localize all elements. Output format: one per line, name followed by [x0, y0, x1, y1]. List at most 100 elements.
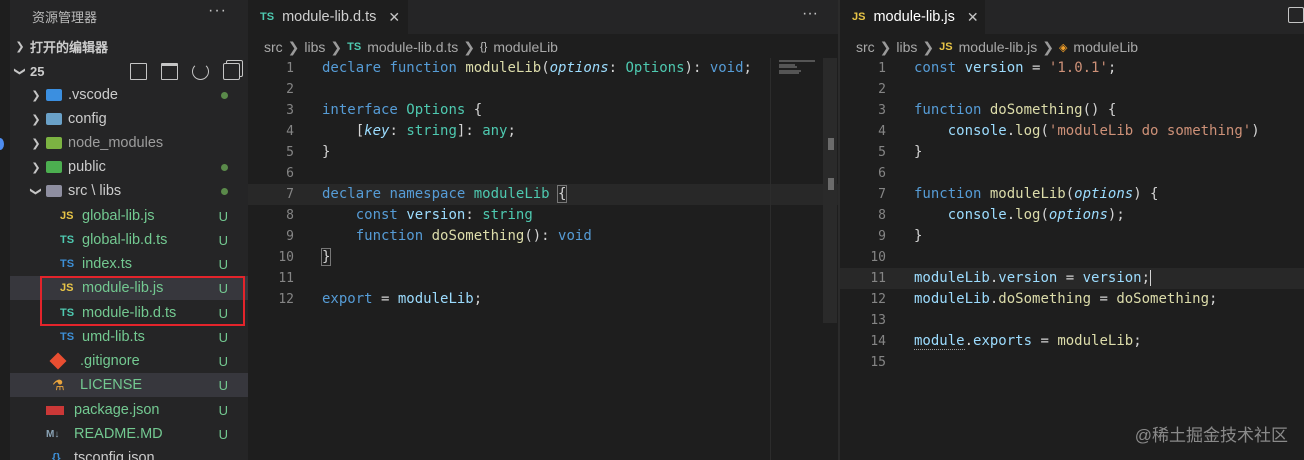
- refresh-icon[interactable]: [192, 62, 209, 80]
- minimap-line: [779, 66, 797, 68]
- minimap[interactable]: [770, 58, 822, 460]
- tree-file[interactable]: JS global-lib.js U: [10, 204, 248, 228]
- chevron-down-icon: ❯: [29, 186, 42, 196]
- line-number: 7: [286, 187, 294, 202]
- code-text: const version = '1.0.1';: [914, 60, 1117, 76]
- breadcrumb-item[interactable]: moduleLib: [1073, 39, 1138, 55]
- minimap-line: [779, 72, 799, 74]
- tree-folder[interactable]: ❯ public: [10, 155, 248, 179]
- tree-item-label: README.MD: [74, 426, 163, 442]
- chevron-right-icon: ❯: [15, 40, 25, 53]
- breadcrumb-item[interactable]: src: [264, 39, 283, 55]
- tree-file[interactable]: TS index.ts U: [10, 252, 248, 276]
- tree-folder[interactable]: ❯ config: [10, 107, 248, 131]
- code-line: 14 module.exports = moduleLib;: [840, 331, 1304, 352]
- open-editors-label: 打开的编辑器: [30, 39, 109, 55]
- ts-file-icon: TS: [60, 331, 75, 343]
- line-number: 9: [286, 229, 294, 244]
- git-status-badge: U: [218, 329, 228, 345]
- line-number: 15: [870, 355, 886, 370]
- code-text: moduleLib.doSomething = doSomething;: [914, 291, 1218, 307]
- line-number: 3: [286, 103, 294, 118]
- license-file-icon: ⚗: [52, 376, 65, 393]
- tree-item-label: node_modules: [68, 135, 164, 151]
- tab-bar: TS module-lib.d.ts ✕ ···: [248, 0, 838, 34]
- editor-more-button[interactable]: ···: [802, 5, 818, 23]
- node-folder-icon: [46, 137, 62, 149]
- line-number: 5: [286, 145, 294, 160]
- tree-file[interactable]: M↓ README.MD U: [10, 422, 248, 446]
- code-line: 9 function doSomething(): void: [248, 226, 838, 247]
- code-text: }: [320, 248, 332, 266]
- tree-file[interactable]: {} tsconfig.json: [10, 446, 248, 460]
- line-number: 6: [878, 166, 886, 181]
- public-folder-icon: [46, 161, 62, 173]
- tree-file[interactable]: TS umd-lib.ts U: [10, 325, 248, 349]
- ts-file-icon: TS: [347, 41, 362, 53]
- ts-file-icon: TS: [60, 258, 75, 270]
- chevron-down-icon: ❯: [13, 66, 26, 76]
- code-line: 11 moduleLib.version = version;: [840, 268, 1304, 289]
- breadcrumb-item[interactable]: libs: [896, 39, 917, 55]
- code-text: const version: string: [355, 207, 533, 223]
- tree-file[interactable]: TS global-lib.d.ts U: [10, 228, 248, 252]
- git-status-badge: U: [218, 377, 228, 393]
- line-number: 4: [878, 124, 886, 139]
- new-folder-icon[interactable]: [161, 62, 178, 80]
- breadcrumb-item[interactable]: libs: [304, 39, 325, 55]
- workspace-section[interactable]: ❯ 25: [10, 59, 248, 83]
- tree-item-label: tsconfig.json: [74, 450, 155, 460]
- ts-file-icon: TS: [260, 11, 275, 23]
- function-symbol-icon: ◈: [1058, 41, 1068, 54]
- code-line: 6: [248, 163, 838, 184]
- split-editor-icon[interactable]: [1288, 7, 1304, 23]
- code-line: 5}: [248, 142, 838, 163]
- modified-dot-icon: [221, 92, 228, 99]
- tree-file[interactable]: package.json U: [10, 398, 248, 422]
- code-text: [key: string]: any;: [355, 123, 516, 139]
- collapse-all-icon[interactable]: [223, 62, 240, 80]
- js-file-icon: JS: [939, 41, 953, 53]
- code-text: console.log('moduleLib do something'): [947, 123, 1260, 139]
- tree-item-label: .gitignore: [80, 353, 140, 369]
- close-icon[interactable]: ✕: [388, 9, 400, 26]
- new-file-icon[interactable]: [130, 62, 147, 80]
- line-number: 6: [286, 166, 294, 181]
- namespace-icon: {}: [480, 41, 488, 53]
- scrollbar-marker: [828, 138, 834, 150]
- vscode-folder-icon: [46, 89, 62, 101]
- tree-folder[interactable]: ❯ node_modules: [10, 131, 248, 155]
- code-text: }: [322, 144, 331, 160]
- minimap-line: [779, 60, 815, 62]
- open-editors-section[interactable]: ❯ 打开的编辑器: [10, 34, 248, 58]
- modified-dot-icon: [221, 188, 228, 195]
- tree-file[interactable]: .gitignore U: [10, 349, 248, 373]
- git-status-badge: U: [218, 402, 228, 418]
- line-number: 9: [878, 229, 886, 244]
- tree-item-label: global-lib.d.ts: [82, 232, 168, 248]
- scrollbar[interactable]: [823, 58, 837, 323]
- code-text: function doSomething() {: [914, 102, 1117, 118]
- tree-folder[interactable]: ❯ .vscode: [10, 83, 248, 107]
- breadcrumb-item[interactable]: moduleLib: [493, 39, 558, 55]
- breadcrumb-item[interactable]: src: [856, 39, 875, 55]
- code-line: 1 const version = '1.0.1';: [840, 58, 1304, 79]
- code-text: module.exports = moduleLib;: [914, 333, 1142, 350]
- tab-module-lib-js[interactable]: JS module-lib.js ✕: [840, 0, 985, 34]
- code-text: moduleLib.version = version;: [914, 268, 1160, 289]
- breadcrumb-item[interactable]: module-lib.js: [959, 39, 1038, 55]
- tree-folder[interactable]: ❯ src \ libs: [10, 179, 248, 203]
- tree-file[interactable]: ⚗ LICENSE U: [10, 373, 248, 397]
- code-text: function moduleLib(options) {: [914, 186, 1159, 202]
- explorer-more-button[interactable]: ···: [208, 2, 227, 20]
- line-number: 12: [278, 292, 294, 307]
- code-text: declare function moduleLib(options: Opti…: [322, 60, 752, 76]
- git-status-badge: U: [218, 208, 228, 224]
- tab-module-lib-d-ts[interactable]: TS module-lib.d.ts ✕: [248, 0, 408, 34]
- close-icon[interactable]: ✕: [967, 9, 979, 26]
- breadcrumb-item[interactable]: module-lib.d.ts: [367, 39, 458, 55]
- line-number: 1: [878, 61, 886, 76]
- editor-right: JS module-lib.js ✕ src ❯ libs ❯ JS modul…: [840, 0, 1304, 460]
- src-folder-icon: [46, 185, 62, 197]
- line-number: 13: [870, 313, 886, 328]
